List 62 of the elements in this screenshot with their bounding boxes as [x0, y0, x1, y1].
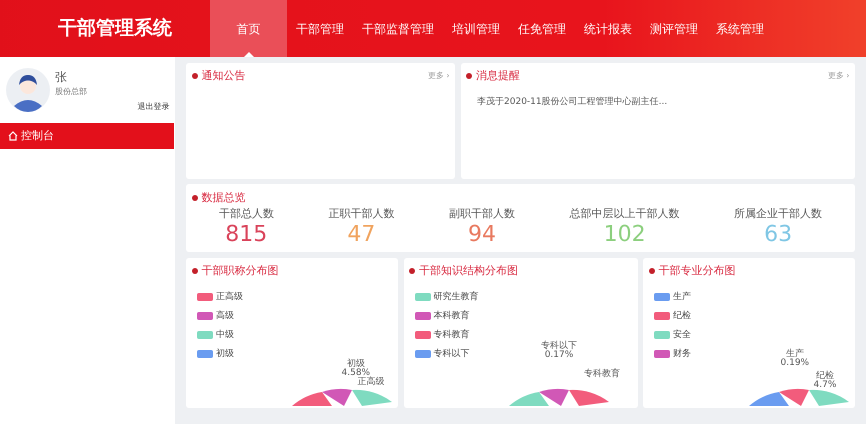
stat-label: 所属企业干部人数	[734, 206, 822, 222]
legend-label: 高级	[216, 310, 234, 323]
section-title: 消息提醒	[476, 68, 520, 84]
stat-value: 815	[224, 222, 268, 247]
home-icon	[8, 130, 18, 141]
legend-label: 安全	[672, 328, 691, 342]
callout-name: 初级	[346, 360, 365, 369]
legend-label: 纪检	[672, 310, 691, 323]
bullet-icon	[648, 268, 654, 274]
bullet-icon	[192, 268, 198, 274]
callout-value: 4.7%	[814, 381, 836, 391]
message-text[interactable]: 李茂于2020-11股份公司工程管理中心副主任...	[477, 96, 850, 109]
callout-name: 纪检	[816, 372, 834, 381]
nav-tab[interactable]: 首页	[210, 0, 287, 57]
legend-label: 本科教育	[433, 310, 470, 323]
section-title: 干部职称分布图	[202, 263, 278, 280]
callout-name: 正高级	[358, 378, 384, 388]
callout-value: 0.17%	[544, 351, 574, 361]
stat-label: 正职干部人数	[328, 206, 394, 222]
section-title: 通知公告	[202, 68, 246, 84]
avatar-icon	[6, 68, 50, 112]
sidebar-item[interactable]: 控制台	[0, 122, 174, 149]
nav-tab[interactable]: 培训管理	[443, 0, 509, 57]
callout-value: 0.19%	[780, 359, 810, 369]
section-title: 干部专业分布图	[658, 263, 736, 280]
nav-tab[interactable]: 系统管理	[707, 0, 773, 57]
nav-tab[interactable]: 测评管理	[641, 0, 707, 57]
stat-value: 47	[346, 222, 376, 247]
callout-name: 专科教育	[584, 370, 620, 380]
nav-tab[interactable]: 干部监督管理	[353, 0, 443, 57]
section-title: 数据总览	[202, 190, 246, 206]
section-title: 干部知识结构分布图	[419, 263, 518, 280]
stat-label: 总部中层以上干部人数	[570, 206, 680, 222]
user-name: 张	[55, 69, 68, 86]
legend-label: 生产	[672, 290, 691, 304]
stat-label: 干部总人数	[218, 206, 274, 222]
user-role: 股份总部	[55, 86, 88, 98]
stat-value: 94	[466, 222, 497, 247]
legend-label: 研究生教育	[433, 290, 478, 304]
nav-tab[interactable]: 统计报表	[575, 0, 641, 57]
more-link[interactable]: 更多 ›	[828, 70, 850, 82]
callout-name: 专科以下	[541, 342, 577, 351]
legend-label: 初级	[216, 348, 234, 361]
legend-label: 财务	[672, 348, 691, 361]
legend-label: 专科教育	[433, 328, 470, 342]
more-link[interactable]: 更多 ›	[428, 70, 450, 82]
bullet-icon	[192, 73, 198, 80]
callout-value: 4.58%	[342, 369, 370, 378]
callout-name: 生产	[786, 350, 804, 359]
bullet-icon	[409, 268, 415, 274]
legend-label: 中级	[216, 328, 234, 342]
stat-value: 63	[763, 222, 794, 247]
stat-label: 副职干部人数	[448, 206, 515, 222]
nav-tab[interactable]: 任免管理	[509, 0, 575, 57]
legend-label: 专科以下	[433, 348, 470, 361]
logout-link[interactable]: 退出登录	[138, 102, 170, 111]
bullet-icon	[466, 73, 472, 80]
nav-tab[interactable]: 干部管理	[287, 0, 353, 57]
stat-value: 102	[602, 222, 647, 247]
legend-label: 正高级	[216, 290, 243, 304]
bullet-icon	[192, 194, 198, 201]
app-title: 干部管理系统	[57, 16, 173, 42]
